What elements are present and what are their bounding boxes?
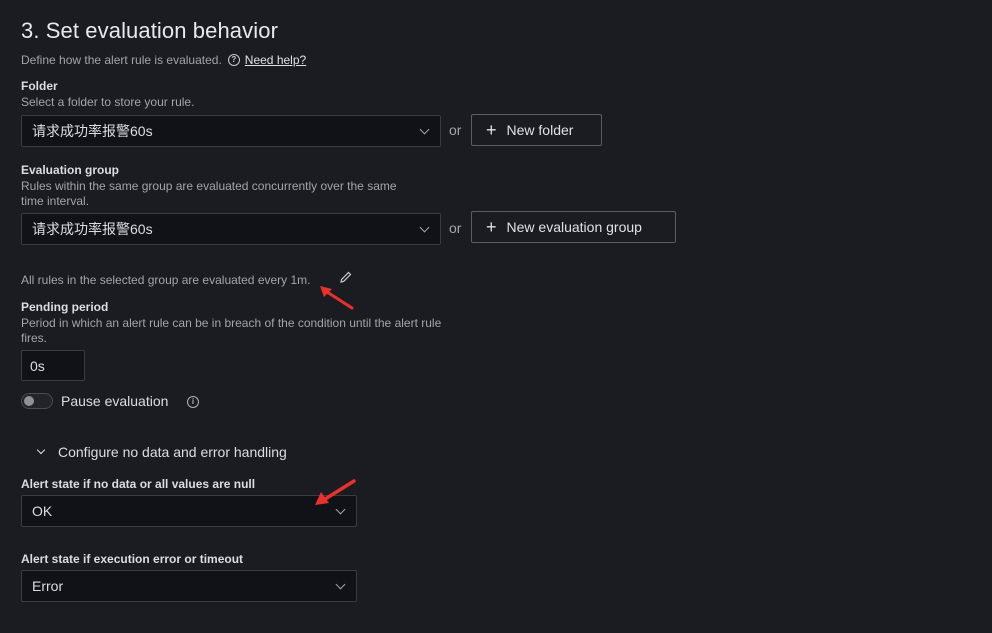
pending-period-value: 0s (30, 357, 45, 374)
info-icon[interactable]: i (187, 396, 199, 408)
group-select[interactable]: 请求成功率报警60s (21, 213, 441, 245)
new-evaluation-group-button[interactable]: + New evaluation group (471, 211, 676, 243)
new-folder-button[interactable]: + New folder (471, 114, 602, 146)
group-description-line1: Rules within the same group are evaluate… (21, 179, 397, 193)
plus-icon: + (486, 217, 497, 237)
group-label: Evaluation group (21, 163, 120, 177)
red-arrow-annotation (315, 479, 356, 505)
new-folder-label: New folder (506, 122, 574, 138)
error-state-value: Error (32, 578, 64, 594)
pending-description-line1: Period in which an alert rule can be in … (21, 316, 442, 330)
plus-icon: + (486, 120, 497, 140)
section-description-row: Define how the alert rule is evaluated. … (21, 53, 306, 67)
folder-or-text: or (449, 122, 462, 138)
help-link-wrapper[interactable]: ? Need help? (227, 53, 306, 67)
configure-handling-toggle[interactable]: Configure no data and error handling (36, 444, 287, 460)
help-circle-icon: ? (227, 54, 240, 66)
configure-handling-label: Configure no data and error handling (58, 444, 287, 460)
folder-description: Select a folder to store your rule. (21, 95, 195, 109)
folder-select[interactable]: 请求成功率报警60s (21, 115, 441, 147)
chevron-down-icon (335, 579, 346, 589)
pencil-icon[interactable] (339, 270, 353, 284)
no-data-state-value: OK (32, 503, 53, 519)
new-evaluation-group-label: New evaluation group (506, 219, 642, 235)
pending-label: Pending period (21, 300, 109, 314)
chevron-down-icon (419, 124, 430, 134)
pause-evaluation-toggle[interactable] (21, 393, 53, 409)
need-help-link[interactable]: Need help? (245, 53, 306, 67)
pause-evaluation-label: Pause evaluation (61, 393, 169, 409)
evaluation-behavior-section: 3. Set evaluation behavior Define how th… (0, 0, 992, 633)
chevron-expand-icon (36, 445, 46, 455)
pending-period-input[interactable]: 0s (21, 350, 85, 381)
section-title: 3. Set evaluation behavior (21, 18, 278, 43)
no-data-state-select[interactable]: OK (21, 495, 357, 527)
pending-description-line2: fires. (21, 331, 48, 345)
group-description-line2: time interval. (21, 194, 90, 208)
group-or-text: or (449, 220, 462, 236)
group-interval-text: All rules in the selected group are eval… (21, 273, 311, 287)
error-state-select[interactable]: Error (21, 570, 357, 602)
toggle-knob (24, 396, 34, 406)
error-label: Alert state if execution error or timeou… (21, 552, 244, 566)
chevron-down-icon (419, 222, 430, 232)
section-description: Define how the alert rule is evaluated. (21, 53, 222, 67)
folder-label: Folder (21, 79, 58, 93)
folder-select-value: 请求成功率报警60s (32, 123, 153, 139)
no-data-label: Alert state if no data or all values are… (21, 477, 256, 491)
red-arrow-annotation (320, 286, 354, 310)
group-select-value: 请求成功率报警60s (32, 221, 153, 237)
